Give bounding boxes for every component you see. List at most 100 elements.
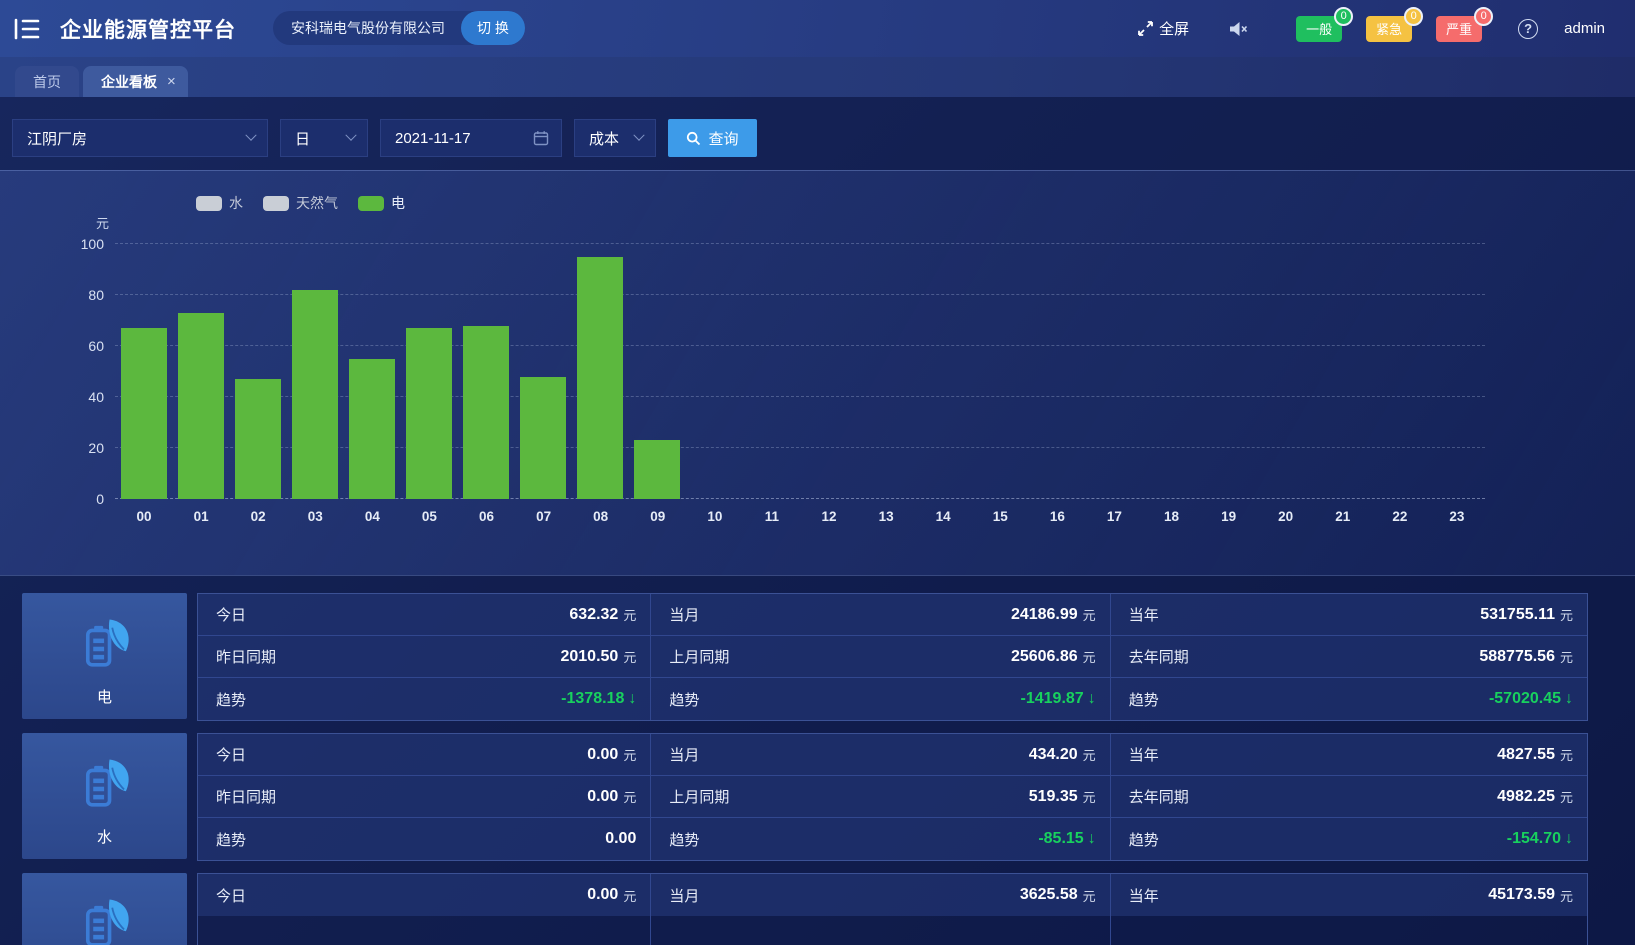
metric-label: 趋势 [1129, 829, 1159, 850]
x-tick-label: 10 [686, 509, 744, 524]
unit-label: 元 [1083, 605, 1096, 624]
x-tick-label: 01 [172, 509, 230, 524]
search-icon [686, 131, 701, 146]
energy-type-tile: 电 [22, 593, 187, 719]
energy-cell: 趋势-1378.18 [198, 678, 650, 720]
x-tick-label: 23 [1428, 509, 1486, 524]
energy-cell: 去年同期4982.25元 [1111, 776, 1587, 818]
energy-cell: 当月3625.58元 [651, 874, 1109, 916]
legend-item[interactable]: 水 [196, 193, 243, 213]
unit-label: 元 [623, 647, 636, 666]
query-button-label: 查询 [708, 128, 738, 149]
legend-marker [358, 196, 384, 211]
metric-value: -57020.45 [1489, 690, 1561, 708]
x-tick-label: 20 [1257, 509, 1315, 524]
y-tick-label: 80 [88, 287, 104, 303]
metric-value: 45173.59 [1488, 886, 1555, 904]
main-content: 江阴厂房 日 2021-11-17 成本 查询 水天然气电 元 0 [0, 97, 1635, 945]
alarm-button-urgent[interactable]: 紧急 0 [1366, 16, 1412, 42]
x-tick-label: 02 [229, 509, 287, 524]
metric-value: 25606.86 [1011, 648, 1078, 666]
help-icon[interactable] [1518, 19, 1538, 39]
company-switch-button[interactable]: 切 换 [461, 11, 525, 45]
legend-label: 电 [391, 193, 405, 213]
unit-label: 元 [1083, 745, 1096, 764]
x-tick-label: 21 [1314, 509, 1372, 524]
x-tick-label: 04 [343, 509, 401, 524]
username[interactable]: admin [1564, 20, 1605, 37]
chevron-down-icon [245, 130, 256, 141]
legend-label: 水 [229, 193, 243, 213]
metric-value: 434.20 [1029, 746, 1078, 764]
metric-value: 4982.25 [1497, 788, 1555, 806]
energy-cell: 今日0.00元 [198, 734, 650, 776]
tab-label: 首页 [33, 72, 61, 92]
metric-label: 上月同期 [669, 646, 729, 667]
filter-bar: 江阴厂房 日 2021-11-17 成本 查询 [0, 97, 1635, 170]
legend-item[interactable]: 天然气 [263, 193, 338, 213]
energy-type-label: 水 [97, 826, 112, 847]
alarm-count-badge: 0 [1474, 7, 1493, 26]
unit-label: 元 [1560, 886, 1573, 905]
y-tick-label: 100 [81, 236, 104, 252]
trend-down-icon [1565, 690, 1573, 708]
energy-table-column: 当月434.20元上月同期519.35元趋势-85.15 [650, 734, 1109, 860]
legend-marker [263, 196, 289, 211]
energy-table-column: 当年 45173.59 元 [1110, 874, 1587, 945]
energy-summary-section: 电今日632.32元昨日同期2010.50元趋势-1378.18当月24186.… [0, 575, 1635, 945]
y-tick-label: 40 [88, 389, 104, 405]
metric-label: 当年 [1129, 604, 1159, 625]
y-tick-label: 0 [96, 491, 104, 507]
unit-label: 元 [623, 886, 636, 905]
fullscreen-button[interactable]: 全屏 [1137, 18, 1189, 39]
energy-table-column: 今日0.00元昨日同期0.00元趋势0.00 [198, 734, 650, 860]
energy-card: 今日0.00元当月3625.58元当年45173.59元 [0, 873, 1635, 945]
alarm-button-general[interactable]: 一般 0 [1296, 16, 1342, 42]
metric-value: 24186.99 [1011, 606, 1078, 624]
energy-type-tile: 水 [22, 733, 187, 859]
x-tick-label: 16 [1028, 509, 1086, 524]
metric-value: 632.32 [569, 606, 618, 624]
unit-label: 元 [1560, 745, 1573, 764]
metric-value: 531755.11 [1480, 606, 1555, 624]
app-title: 企业能源管控平台 [60, 14, 236, 44]
tab-home[interactable]: 首页 [15, 66, 79, 97]
y-tick-label: 20 [88, 440, 104, 456]
fullscreen-icon [1137, 20, 1154, 37]
x-tick-label: 15 [971, 509, 1029, 524]
unit-label: 元 [1083, 886, 1096, 905]
bar [178, 313, 224, 499]
tab-close-icon[interactable] [167, 73, 176, 90]
menu-toggle-icon[interactable] [14, 18, 40, 40]
bar [463, 326, 509, 499]
metric-select[interactable]: 成本 [574, 119, 656, 157]
energy-cell: 趋势-85.15 [651, 818, 1109, 860]
unit-label: 元 [623, 745, 636, 764]
metric-label: 当年 [1129, 885, 1159, 906]
period-select[interactable]: 日 [280, 119, 368, 157]
legend-item[interactable]: 电 [358, 193, 405, 213]
tab-enterprise-board[interactable]: 企业看板 [83, 66, 188, 97]
site-select-value: 江阴厂房 [27, 128, 87, 149]
date-picker[interactable]: 2021-11-17 [380, 119, 562, 157]
header-actions: 全屏 一般 0 紧急 0 严重 0 admin [1137, 0, 1635, 57]
metric-label: 今日 [216, 744, 246, 765]
unit-label: 元 [1560, 647, 1573, 666]
mute-speaker-icon[interactable] [1229, 21, 1248, 37]
query-button[interactable]: 查询 [668, 119, 757, 157]
metric-value: -1378.18 [561, 690, 624, 708]
alarm-button-critical[interactable]: 严重 0 [1436, 16, 1482, 42]
unit-label: 元 [1083, 787, 1096, 806]
metric-value: 519.35 [1029, 788, 1078, 806]
metric-value: 2010.50 [560, 648, 618, 666]
energy-cell: 昨日同期2010.50元 [198, 636, 650, 678]
site-select[interactable]: 江阴厂房 [12, 119, 268, 157]
alarm-label: 一般 [1306, 19, 1332, 38]
x-tick-label: 18 [1143, 509, 1201, 524]
tab-bar: 首页 企业看板 [0, 57, 1635, 97]
bar [577, 257, 623, 499]
period-select-value: 日 [295, 128, 310, 149]
energy-type-label: 电 [97, 686, 112, 707]
energy-table-column: 今日632.32元昨日同期2010.50元趋势-1378.18 [198, 594, 650, 720]
bar [121, 328, 167, 499]
